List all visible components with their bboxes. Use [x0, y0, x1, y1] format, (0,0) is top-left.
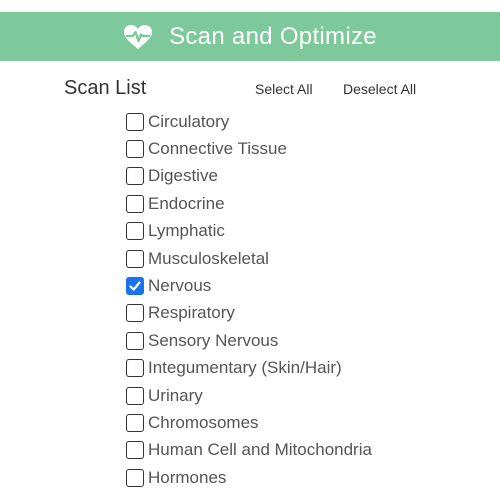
- scan-item-label: Respiratory: [148, 303, 235, 323]
- scan-item[interactable]: Endocrine: [126, 190, 372, 217]
- deselect-all-button[interactable]: Deselect All: [343, 81, 416, 97]
- page-title: Scan and Optimize: [169, 22, 377, 50]
- scan-item-label: Human Cell and Mitochondria: [148, 440, 372, 460]
- checkbox[interactable]: [126, 249, 144, 268]
- scan-item[interactable]: Hormones: [126, 464, 372, 491]
- checkbox[interactable]: [126, 277, 144, 296]
- scan-list-header: Scan List Select All Deselect All: [64, 77, 434, 101]
- scan-list: Circulatory Connective Tissue Digestive End…: [126, 108, 372, 491]
- checkbox[interactable]: [126, 112, 144, 131]
- scan-item[interactable]: Connective Tissue: [126, 135, 372, 162]
- checkbox[interactable]: [126, 359, 144, 378]
- scan-item-label: Connective Tissue: [148, 139, 287, 159]
- checkmark-icon: [129, 281, 141, 291]
- scan-item[interactable]: Nervous: [126, 272, 372, 299]
- checkbox[interactable]: [126, 140, 144, 159]
- scan-list-title: Scan List: [64, 77, 147, 99]
- page-header: Scan and Optimize: [0, 12, 500, 61]
- scan-item-label: Sensory Nervous: [148, 330, 279, 350]
- checkbox[interactable]: [126, 167, 144, 186]
- checkbox[interactable]: [126, 304, 144, 323]
- scan-item[interactable]: Sensory Nervous: [126, 327, 372, 354]
- checkbox[interactable]: [126, 222, 144, 241]
- scan-item-label: Endocrine: [148, 193, 225, 213]
- checkbox[interactable]: [126, 413, 144, 432]
- scan-item-label: Integumentary (Skin/Hair): [148, 358, 342, 378]
- scan-item-label: Circulatory: [148, 111, 230, 131]
- checkbox[interactable]: [126, 194, 144, 213]
- scan-item-label: Chromosomes: [148, 412, 259, 432]
- scan-item[interactable]: Musculoskeletal: [126, 245, 372, 272]
- checkbox[interactable]: [126, 386, 144, 405]
- scan-item[interactable]: Digestive: [126, 163, 372, 190]
- scan-item[interactable]: Circulatory: [126, 108, 372, 135]
- scan-item-label: Nervous: [148, 276, 212, 296]
- heart-pulse-icon: [123, 24, 153, 50]
- scan-item-label: Urinary: [148, 385, 203, 405]
- scan-item[interactable]: Human Cell and Mitochondria: [126, 437, 372, 464]
- checkbox[interactable]: [126, 441, 144, 460]
- scan-item-label: Musculoskeletal: [148, 248, 269, 268]
- scan-item[interactable]: Respiratory: [126, 300, 372, 327]
- scan-item[interactable]: Urinary: [126, 382, 372, 409]
- scan-item-label: Digestive: [148, 166, 218, 186]
- scan-item-label: Hormones: [148, 467, 227, 487]
- checkbox[interactable]: [126, 331, 144, 350]
- scan-item[interactable]: Chromosomes: [126, 409, 372, 436]
- scan-item[interactable]: Lymphatic: [126, 218, 372, 245]
- select-all-button[interactable]: Select All: [255, 81, 313, 97]
- checkbox[interactable]: [126, 468, 144, 487]
- scan-item[interactable]: Integumentary (Skin/Hair): [126, 355, 372, 382]
- scan-item-label: Lymphatic: [148, 221, 225, 241]
